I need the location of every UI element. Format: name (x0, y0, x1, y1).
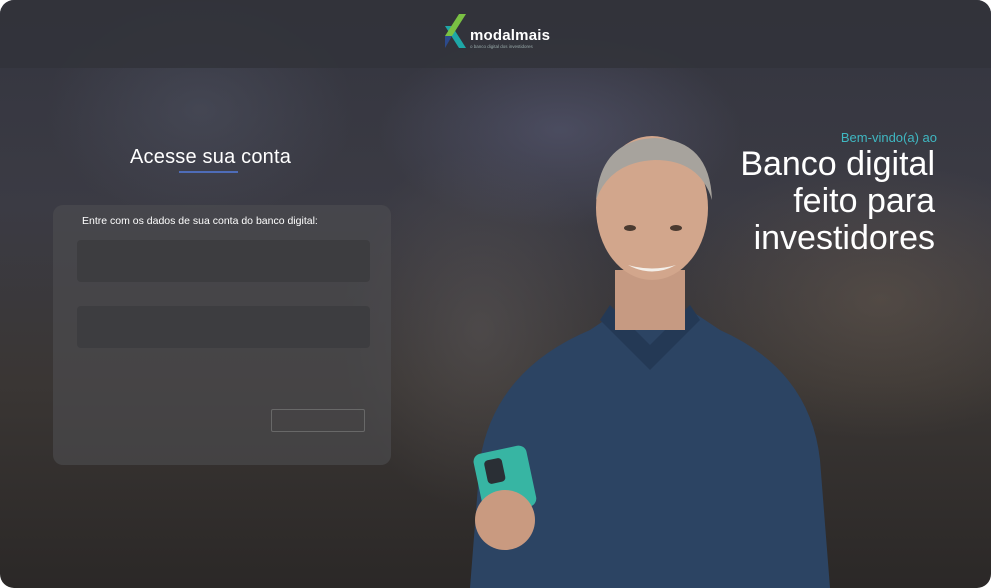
signin-title: Acesse sua conta (130, 146, 292, 168)
welcome-caption: Bem-vindo(a) ao (840, 130, 937, 145)
brand-name: modalmais (470, 27, 551, 44)
login-intro-text: Entre com os dados de sua conta do banco… (82, 215, 318, 227)
hero-headline: Banco digital feito para investidores (740, 146, 935, 257)
title-underline (179, 171, 238, 173)
modalmais-logo-icon (445, 14, 466, 48)
login-card: Entre com os dados de sua conta do banco… (53, 205, 391, 465)
top-header: modalmais o banco digital dos investidor… (0, 0, 991, 68)
brand-logo[interactable]: modalmais o banco digital dos investidor… (442, 12, 550, 50)
brand-tagline: o banco digital dos investidores (470, 44, 533, 49)
hero-line-2: feito para (793, 182, 935, 220)
hero-line-1: Banco digital (740, 145, 935, 183)
password-field[interactable] (77, 306, 370, 348)
hero-line-3: investidores (753, 219, 935, 257)
submit-button[interactable] (271, 409, 365, 432)
account-field[interactable] (77, 240, 370, 282)
app-window: modalmais o banco digital dos investidor… (0, 0, 991, 588)
